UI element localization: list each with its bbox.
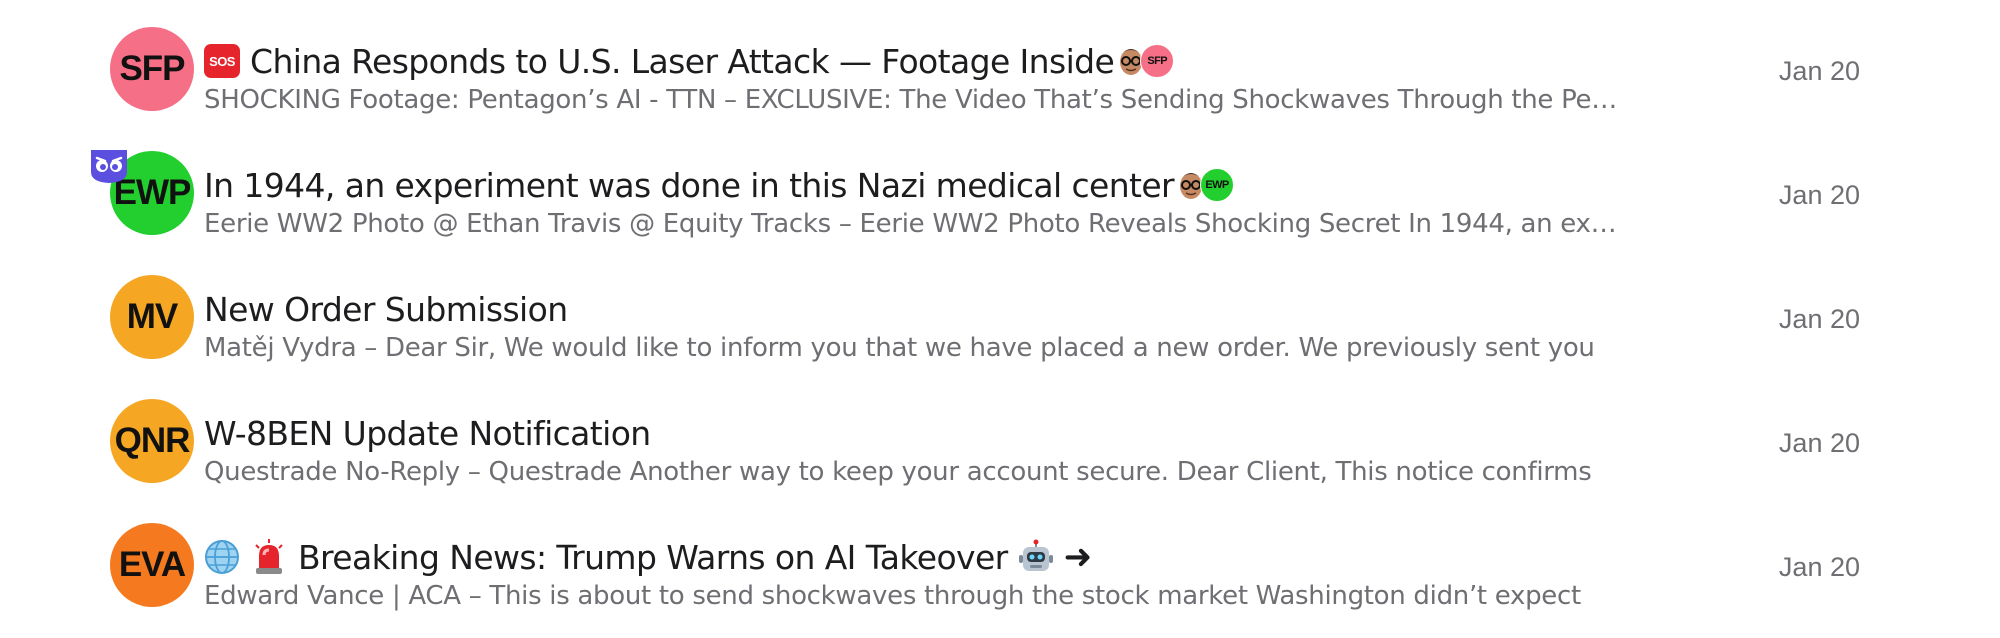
message-list: SFP SOS China Responds to U.S. Laser Att… — [0, 0, 2000, 638]
message-preview: Eerie WW2 Photo @ Ethan Travis @ Equity … — [204, 209, 1618, 239]
message-date: Jan 20 — [1778, 56, 1860, 86]
arrow-right-icon: ➜ — [1063, 537, 1092, 577]
message-row[interactable]: QNR W-8BEN Update Notification Questrade… — [0, 380, 2000, 504]
message-preview: Edward Vance | ACA – This is about to se… — [204, 581, 1581, 611]
message-preview: Questrade No-Reply – Questrade Another w… — [204, 457, 1592, 487]
message-date: Jan 20 — [1778, 304, 1860, 334]
message-date: Jan 20 — [1778, 552, 1860, 582]
globe-icon — [204, 539, 240, 575]
avatar: SFP — [110, 27, 194, 111]
robot-icon — [1018, 539, 1054, 575]
avatar: QNR — [110, 399, 194, 483]
message-row[interactable]: EWP In 1944, an experiment was done in t… — [0, 132, 2000, 256]
subject-text: In 1944, an experiment was done in this … — [204, 165, 1175, 205]
tracker-blocked-icon — [89, 148, 129, 184]
mini-avatar: EWP — [1200, 168, 1235, 202]
message-subject: SOS China Responds to U.S. Laser Attack … — [204, 37, 1175, 85]
avatar: MV — [110, 275, 194, 359]
message-date: Jan 20 — [1778, 180, 1860, 210]
avatar: EVA — [110, 523, 194, 607]
subject-text: China Responds to U.S. Laser Attack — Fo… — [250, 41, 1115, 81]
message-subject: In 1944, an experiment was done in this … — [204, 161, 1235, 209]
message-preview: SHOCKING Footage: Pentagon’s AI - TTN – … — [204, 85, 1618, 115]
sos-icon: SOS — [204, 44, 240, 78]
message-row[interactable]: MV New Order Submission Matěj Vydra – De… — [0, 256, 2000, 380]
message-preview: Matěj Vydra – Dear Sir, We would like to… — [204, 333, 1595, 363]
mini-avatar: SFP — [1140, 44, 1175, 78]
message-row[interactable]: SFP SOS China Responds to U.S. Laser Att… — [0, 8, 2000, 132]
siren-icon — [252, 539, 286, 575]
subject-text: W-8BEN Update Notification — [204, 413, 651, 453]
message-subject: Breaking News: Trump Warns on AI Takeove… — [204, 533, 1092, 581]
message-subject: W-8BEN Update Notification — [204, 409, 651, 457]
subject-text: New Order Submission — [204, 289, 568, 329]
message-date: Jan 20 — [1778, 428, 1860, 458]
subject-text: Breaking News: Trump Warns on AI Takeove… — [298, 537, 1008, 577]
message-subject: New Order Submission — [204, 285, 568, 333]
message-row[interactable]: EVA Breaking News: Trump Warns on AI Tak… — [0, 504, 2000, 628]
